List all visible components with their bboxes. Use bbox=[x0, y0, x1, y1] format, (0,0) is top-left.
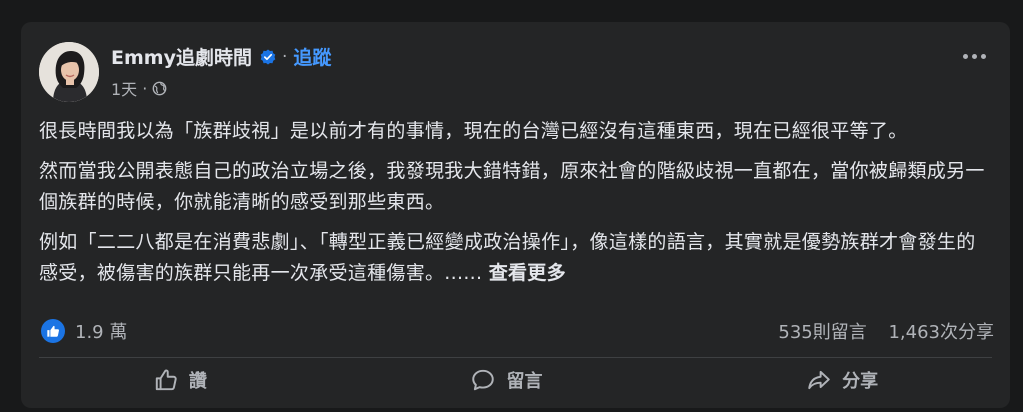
reactions-summary[interactable]: 1.9 萬 bbox=[41, 318, 127, 344]
like-button-label: 讚 bbox=[188, 371, 207, 392]
post-paragraph: 很長時間我以為「族群歧視」是以前才有的事情，現在的台灣已經沒有這種東西，現在已經… bbox=[39, 120, 908, 142]
globe-icon bbox=[152, 81, 167, 96]
like-count: 1.9 萬 bbox=[75, 322, 128, 343]
thumbs-up-icon bbox=[155, 369, 177, 391]
post-meta: 1天 · bbox=[111, 76, 167, 100]
verified-badge-icon bbox=[260, 49, 276, 65]
more-options-icon[interactable] bbox=[963, 54, 986, 59]
meta-separator: · bbox=[142, 78, 148, 98]
separator-dot: · bbox=[281, 46, 288, 67]
divider bbox=[39, 357, 992, 358]
avatar[interactable] bbox=[39, 42, 99, 102]
share-button-label: 分享 bbox=[842, 371, 879, 392]
post-paragraph: 然而當我公開表態自己的政治立場之後，我發現我大錯特錯，原來社會的階級歧視一直都在… bbox=[39, 160, 985, 213]
share-button[interactable]: 分享 bbox=[766, 361, 918, 399]
comment-icon bbox=[472, 369, 495, 391]
post-card: Emmy追劇時間 · 追蹤 1天 · 很長時間我以為「族群歧視」是以前才有的事情… bbox=[21, 22, 1010, 408]
engagement-counts: 535則留言 1,463次分享 bbox=[762, 318, 994, 344]
share-icon bbox=[808, 370, 830, 390]
like-reaction-icon bbox=[41, 319, 65, 343]
post-paragraph: 例如「二二八都是在消費悲劇」、「轉型正義已經變成政治操作」，像這樣的語言，其實就… bbox=[39, 227, 989, 289]
reaction-stats: 1.9 萬 535則留言 1,463次分享 bbox=[41, 318, 994, 344]
post-actions: 讚 留言 分享 bbox=[21, 360, 1010, 400]
post-time[interactable]: 1天 bbox=[111, 76, 137, 100]
comment-count[interactable]: 535則留言 bbox=[778, 322, 866, 343]
post-body: 很長時間我以為「族群歧視」是以前才有的事情，現在的台灣已經沒有這種東西，現在已經… bbox=[39, 116, 989, 298]
post-header: Emmy追劇時間 · 追蹤 bbox=[111, 43, 331, 70]
like-button[interactable]: 讚 bbox=[113, 361, 247, 399]
see-more-link[interactable]: 查看更多 bbox=[489, 262, 566, 284]
comment-button[interactable]: 留言 bbox=[430, 361, 582, 399]
share-count[interactable]: 1,463次分享 bbox=[888, 322, 994, 343]
comment-button-label: 留言 bbox=[506, 371, 543, 392]
follow-button[interactable]: 追蹤 bbox=[293, 43, 331, 70]
author-name[interactable]: Emmy追劇時間 bbox=[111, 43, 252, 70]
